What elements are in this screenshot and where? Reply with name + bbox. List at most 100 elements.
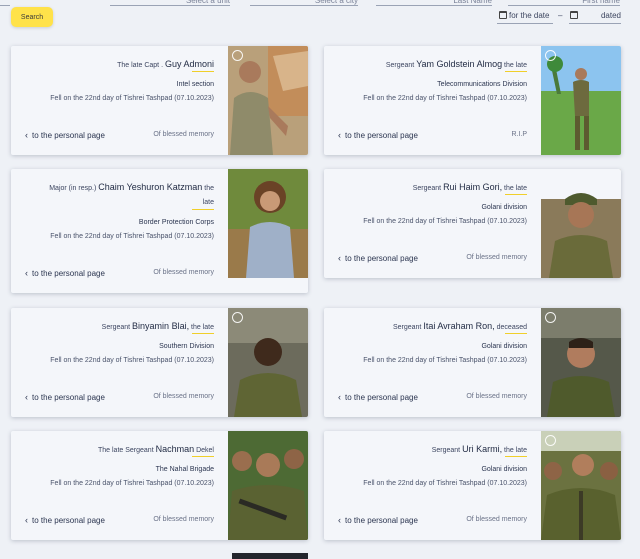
- candle-icon: [545, 50, 556, 61]
- memory-text: Of blessed memory: [466, 516, 527, 523]
- card-name-line: Sergeant Binyamin Blai, the late: [102, 321, 214, 331]
- soldier-photo: [541, 169, 621, 278]
- personal-page-link[interactable]: ‹ to the personal page: [338, 130, 418, 140]
- card-info: The late Sergeant Nachman Dekel The Naha…: [11, 431, 228, 540]
- memorial-card: Sergeant Rui Haim Gori, the late Golani …: [324, 169, 621, 278]
- rank-prefix: The late Sergeant: [98, 447, 154, 454]
- personal-page-link[interactable]: ‹ to the personal page: [25, 268, 105, 278]
- chevron-left-icon: ‹: [25, 515, 28, 525]
- fell-date: Fell on the 22nd day of Tishrei Tashpad …: [50, 233, 214, 240]
- personal-page-label: to the personal page: [345, 393, 418, 402]
- soldier-photo: [541, 431, 621, 540]
- rank-suffix: the late: [504, 447, 527, 454]
- rank-suffix: the late: [504, 62, 527, 69]
- card-info: Sergeant Rui Haim Gori, the late Golani …: [324, 169, 541, 278]
- rank-prefix: Sergeant: [431, 447, 461, 454]
- date-from-field[interactable]: for the date: [497, 10, 553, 24]
- soldier-name: Itai Avraham Ron,: [423, 321, 495, 331]
- card-name-line: Major (in resp.) Chaim Yeshuron Katzman …: [49, 182, 214, 192]
- card-info: Major (in resp.) Chaim Yeshuron Katzman …: [11, 169, 228, 293]
- date-from-label: for the date: [509, 11, 550, 20]
- personal-page-link[interactable]: ‹ to the personal page: [338, 253, 418, 263]
- memorial-card: Sergeant Itai Avraham Ron, deceased Gola…: [324, 308, 621, 417]
- card-info: The late Capt . Guy Admoni Intel section…: [11, 46, 228, 155]
- soldier-name: Guy Admoni: [164, 59, 214, 69]
- name-underline: [505, 456, 527, 457]
- fell-date: Fell on the 22nd day of Tishrei Tashpad …: [363, 480, 527, 487]
- memorial-card: Major (in resp.) Chaim Yeshuron Katzman …: [11, 169, 308, 293]
- rank-suffix: the: [204, 185, 214, 192]
- memory-text: Of blessed memory: [466, 393, 527, 400]
- soldier-name: Yam Goldstein Almog: [416, 59, 503, 69]
- rank-prefix: Sergeant: [385, 62, 415, 69]
- fell-date: Fell on the 22nd day of Tishrei Tashpad …: [363, 218, 527, 225]
- soldier-photo: [541, 46, 621, 155]
- personal-page-link[interactable]: ‹ to the personal page: [338, 515, 418, 525]
- candle-icon: [545, 312, 556, 323]
- personal-page-link[interactable]: ‹ to the personal page: [25, 130, 105, 140]
- personal-page-link[interactable]: ‹ to the personal page: [338, 392, 418, 402]
- unit-label: Golani division: [481, 343, 527, 350]
- rank-prefix: The late Capt .: [117, 62, 164, 69]
- candle-icon: [232, 50, 243, 61]
- personal-page-label: to the personal page: [345, 131, 418, 140]
- rank-suffix: Dekel: [196, 447, 214, 454]
- fell-date: Fell on the 22nd day of Tishrei Tashpad …: [50, 95, 214, 102]
- soldier-photo: [541, 308, 621, 417]
- calendar-icon: [570, 11, 578, 19]
- memory-text: Of blessed memory: [153, 516, 214, 523]
- date-to-field[interactable]: dated: [569, 10, 621, 24]
- unit-label: Golani division: [481, 204, 527, 211]
- personal-page-label: to the personal page: [345, 516, 418, 525]
- chevron-left-icon: ‹: [25, 130, 28, 140]
- fell-date: Fell on the 22nd day of Tishrei Tashpad …: [50, 480, 214, 487]
- calendar-icon: [499, 11, 507, 19]
- unit-label: Southern Division: [159, 343, 214, 350]
- fell-date: Fell on the 22nd day of Tishrei Tashpad …: [363, 95, 527, 102]
- chevron-left-icon: ‹: [25, 268, 28, 278]
- fell-date: Fell on the 22nd day of Tishrei Tashpad …: [50, 357, 214, 364]
- last-name-input[interactable]: Last Name: [376, 0, 492, 6]
- soldier-photo: [228, 431, 308, 540]
- search-button[interactable]: Search: [11, 7, 53, 27]
- memorial-card: Sergeant Uri Karmi, the late Golani divi…: [324, 431, 621, 540]
- chevron-left-icon: ‹: [25, 392, 28, 402]
- filter-field-left[interactable]: [0, 0, 10, 6]
- personal-page-link[interactable]: ‹ to the personal page: [25, 392, 105, 402]
- candle-icon: [545, 435, 556, 446]
- card-info: Sergeant Uri Karmi, the late Golani divi…: [324, 431, 541, 540]
- date-to-underline: [569, 23, 621, 24]
- unit-label: Border Protection Corps: [138, 219, 214, 226]
- name-underline: [505, 333, 527, 334]
- bottom-edge-bar: [232, 553, 308, 559]
- name-underline: [505, 194, 527, 195]
- card-info: Sergeant Itai Avraham Ron, deceased Gola…: [324, 308, 541, 417]
- date-dash: –: [558, 11, 563, 20]
- city-select[interactable]: Select a city: [250, 0, 358, 6]
- personal-page-link[interactable]: ‹ to the personal page: [25, 515, 105, 525]
- personal-page-label: to the personal page: [32, 393, 105, 402]
- memorial-card: The late Sergeant Nachman Dekel The Naha…: [11, 431, 308, 540]
- rank-suffix: the late: [191, 324, 214, 331]
- memory-text: Of blessed memory: [466, 254, 527, 261]
- unit-select[interactable]: Select a unit: [110, 0, 230, 6]
- unit-label: The Nahal Brigade: [155, 466, 214, 473]
- personal-page-label: to the personal page: [345, 254, 418, 263]
- chevron-left-icon: ‹: [338, 515, 341, 525]
- rank-suffix-line: late: [202, 199, 214, 206]
- unit-label: Golani division: [481, 466, 527, 473]
- first-name-input[interactable]: First name: [508, 0, 620, 6]
- memorial-card: Sergeant Yam Goldstein Almog the late Te…: [324, 46, 621, 155]
- soldier-name: Uri Karmi,: [462, 444, 503, 454]
- memory-text: Of blessed memory: [153, 131, 214, 138]
- card-name-line: Sergeant Yam Goldstein Almog the late: [386, 59, 527, 69]
- card-name-line: Sergeant Uri Karmi, the late: [432, 444, 527, 454]
- card-name-line: Sergeant Itai Avraham Ron, deceased: [393, 321, 527, 331]
- name-underline: [192, 456, 214, 457]
- unit-label: Intel section: [176, 81, 214, 88]
- memorial-card: The late Capt . Guy Admoni Intel section…: [11, 46, 308, 155]
- personal-page-label: to the personal page: [32, 131, 105, 140]
- personal-page-label: to the personal page: [32, 269, 105, 278]
- soldier-photo: [228, 169, 308, 278]
- rank-suffix: the late: [504, 185, 527, 192]
